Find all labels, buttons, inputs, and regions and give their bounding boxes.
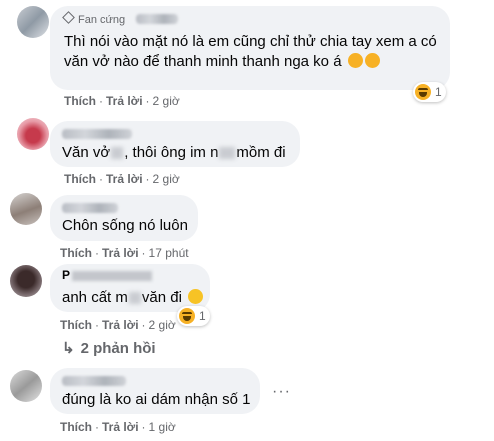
timestamp[interactable]: 2 giờ [153,172,180,186]
comment-text-line2: văn vở nào để thanh minh thanh nga ko á [64,52,380,72]
comment-bubble: Chôn sống nó luôn [50,195,198,241]
reaction-badge[interactable]: 1 [177,306,210,326]
commenter-name[interactable] [136,14,178,24]
comment-text: Văn vở, thôi ông im n mồm đi [62,144,286,161]
timestamp[interactable]: 1 giờ [149,420,176,434]
reply-link[interactable]: Trả lời [106,94,143,108]
comment-text: Thì nói vào mặt nó là em cũng chỉ thử ch… [64,33,437,50]
view-replies-link[interactable]: ↳ 2 phản hồi [62,339,156,357]
haha-reaction-icon [415,84,431,100]
comment-actions: Thích · Trả lời · 1 giờ [60,420,176,434]
censored-text [128,292,141,305]
timestamp[interactable]: 2 giờ [149,318,176,332]
comment-text: Chôn sống nó luôn [62,217,188,234]
timestamp[interactable]: 2 giờ [153,94,180,108]
reaction-badge[interactable]: 1 [413,82,446,102]
comment-bubble: đúng là ko ai dám nhận số 1 [50,368,260,414]
reply-link[interactable]: Trả lời [102,420,139,434]
comment-actions: Thích · Trả lời · 2 giờ [64,94,180,108]
comment-actions: Thích · Trả lời · 17 phút [60,246,189,260]
commenter-avatar[interactable] [10,193,42,225]
reply-arrow-icon: ↳ [62,340,75,357]
diamond-icon [62,11,75,24]
comment-actions: Thích · Trả lời · 2 giờ [64,172,180,186]
commenter-name[interactable]: P [62,268,153,282]
more-options-icon[interactable]: ··· [272,383,291,401]
commenter-name[interactable] [62,376,126,386]
reply-link[interactable]: Trả lời [106,172,143,186]
comment-text: đúng là ko ai dám nhận số 1 [62,391,251,408]
laughing-emoji-icon [347,53,363,68]
like-link[interactable]: Thích [60,246,92,260]
fan-badge: Fan cứng [62,11,125,26]
like-link[interactable]: Thích [64,94,96,108]
haha-reaction-icon [179,308,195,324]
commenter-avatar[interactable] [10,370,42,402]
like-link[interactable]: Thích [60,420,92,434]
timestamp[interactable]: 17 phút [149,246,189,260]
censored-text [219,147,236,160]
comment-text: anh cất m văn đi [62,288,204,308]
censored-text [111,147,124,160]
laughing-emoji-icon [364,53,380,68]
like-link[interactable]: Thích [64,172,96,186]
commenter-avatar[interactable] [10,265,42,297]
comment-bubble: P anh cất m văn đi [50,264,210,312]
commenter-avatar[interactable] [17,6,49,38]
commenter-name[interactable] [62,129,132,139]
like-link[interactable]: Thích [60,318,92,332]
smile-emoji-icon [188,289,204,304]
reply-link[interactable]: Trả lời [102,318,139,332]
commenter-name[interactable] [62,203,118,213]
comment-bubble: Văn vở, thôi ông im n mồm đi [50,121,300,167]
comment-actions: Thích · Trả lời · 2 giờ [60,318,176,332]
reply-link[interactable]: Trả lời [102,246,139,260]
comment-bubble: Fan cứng Thì nói vào mặt nó là em cũng c… [50,6,450,90]
commenter-avatar[interactable] [17,118,49,150]
